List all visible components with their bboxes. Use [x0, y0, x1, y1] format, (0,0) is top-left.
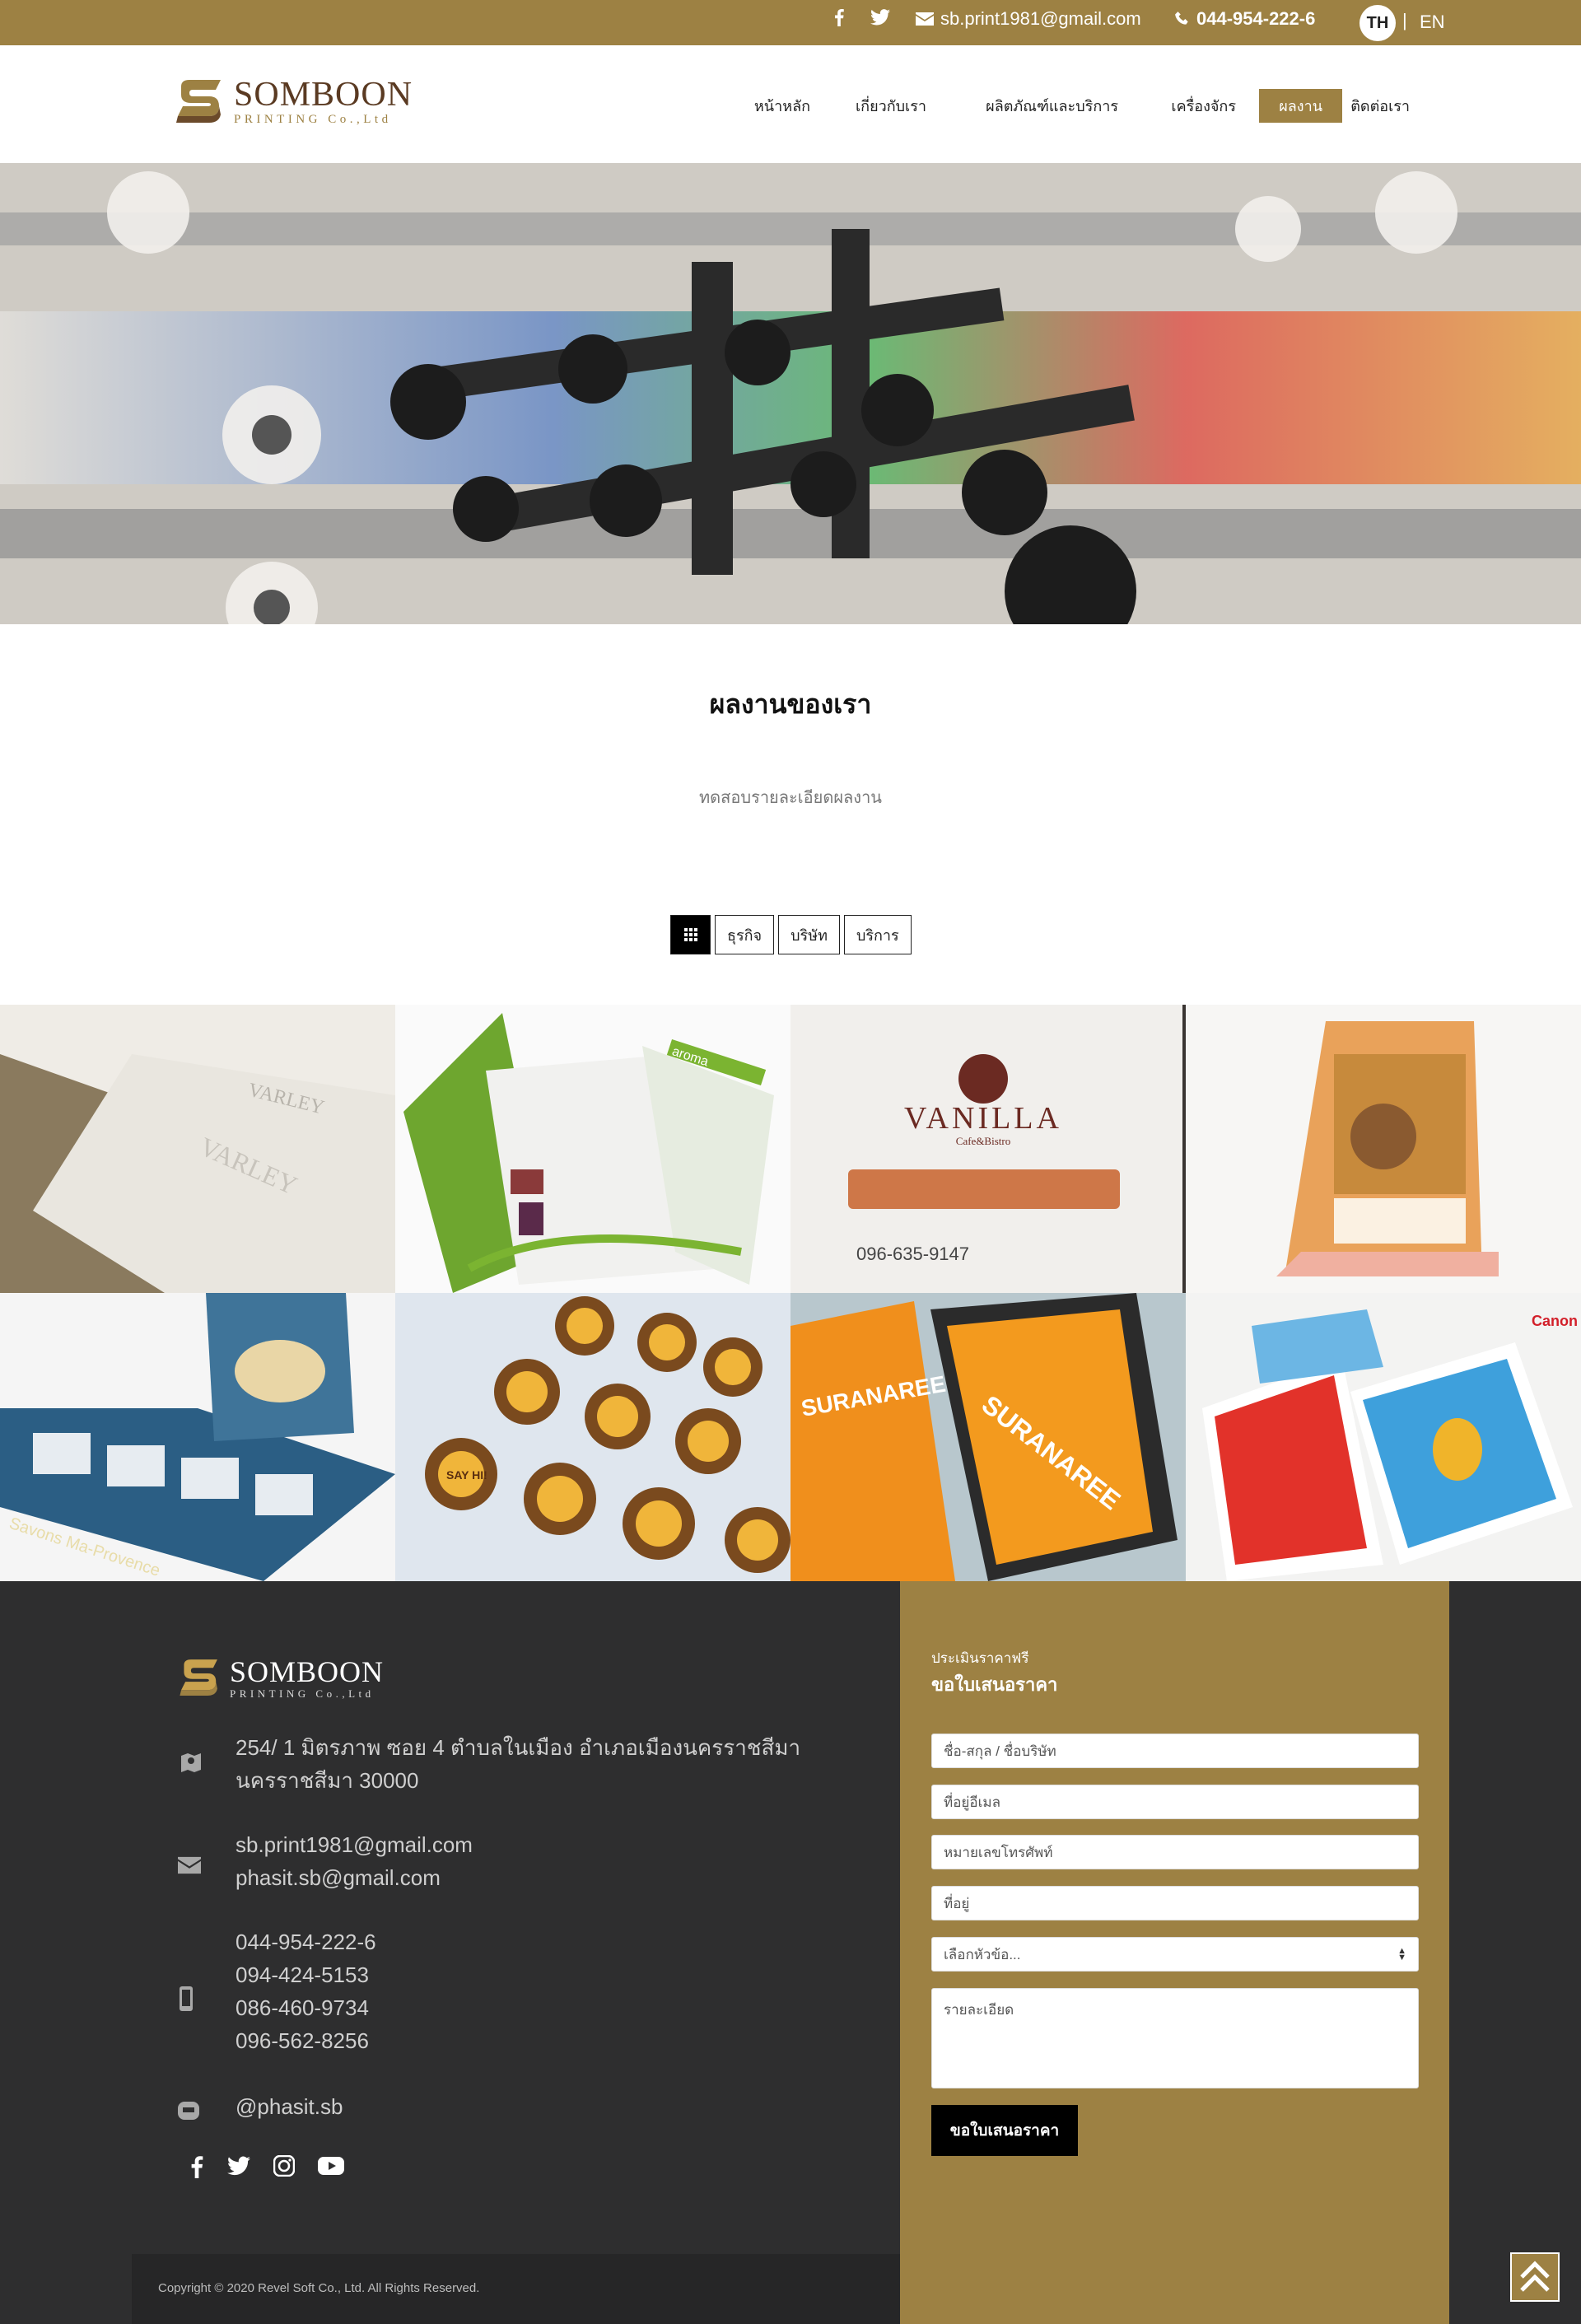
section-subtitle: ทดสอบรายละเอียดผลงาน: [699, 789, 882, 807]
nav-item-about[interactable]: เกี่ยวกับเรา: [846, 89, 936, 123]
email-input[interactable]: ที่อยู่อีเมล: [931, 1785, 1419, 1819]
nav-item-portfolio[interactable]: ผลงาน: [1259, 89, 1342, 123]
filter-business-button[interactable]: ธุรกิจ: [715, 915, 775, 954]
topic-select-value: เลือกหัวข้อ...: [944, 1946, 1021, 1962]
portfolio-grid: VARLEY VARLEY aroma VANILLA Cafe&Bistro …: [0, 1005, 1581, 1581]
topbar-email-text: sb.print1981@gmail.com: [940, 8, 1141, 29]
tile-vanilla-text: VANILLA: [904, 1101, 1062, 1136]
mobile-phone-icon: [178, 1986, 204, 2013]
footer-line-id[interactable]: @phasit.sb: [236, 2090, 343, 2123]
facebook-icon[interactable]: [189, 2155, 204, 2178]
footer-social-links: [189, 2155, 344, 2178]
footer-logo[interactable]: SOMBOON PRINTING Co.,Ltd: [177, 1655, 384, 1700]
footer-address: 254/ 1 มิตรภาพ ซอย 4 ตำบลในเมือง อำเภอเม…: [236, 1731, 800, 1797]
select-arrows-icon: ▲ ▼: [1397, 1946, 1406, 1962]
tile-sayhi-text: SAY HI!: [446, 1468, 487, 1482]
business-cards-image: VARLEY VARLEY: [0, 1005, 395, 1293]
portfolio-tile-folder[interactable]: SURANAREE SURANAREE: [790, 1293, 1186, 1581]
facebook-link[interactable]: [832, 8, 846, 26]
footer-phone-2[interactable]: 094-424-5153: [236, 1958, 376, 1991]
footer-email-1[interactable]: sb.print1981@gmail.com: [236, 1828, 473, 1861]
filter-all-button[interactable]: [670, 915, 711, 954]
footer-phone-1[interactable]: 044-954-222-6: [236, 1925, 376, 1958]
footer-logo-tagline: PRINTING Co.,Ltd: [230, 1687, 375, 1700]
nav-item-home[interactable]: หน้าหลัก: [744, 89, 820, 123]
twitter-icon[interactable]: [227, 2155, 250, 2177]
aroma-brochure-image: aroma: [395, 1005, 790, 1293]
logo-name: SOMBOON: [234, 75, 413, 114]
twitter-icon: [870, 9, 890, 26]
topic-select[interactable]: เลือกหัวข้อ... ▲ ▼: [931, 1937, 1419, 1972]
footer-phone-3[interactable]: 086-460-9734: [236, 1991, 376, 2024]
filter-service-button[interactable]: บริการ: [843, 915, 912, 954]
svg-text:096-635-9147: 096-635-9147: [856, 1244, 969, 1264]
address-input[interactable]: ที่อยู่: [931, 1886, 1419, 1920]
svg-text:Cafe&Bistro: Cafe&Bistro: [956, 1135, 1010, 1147]
sticker-labels-image: SAY HI!: [395, 1293, 790, 1581]
photo-prints-image: Canon: [1186, 1293, 1581, 1581]
line-chat-icon: [178, 2100, 204, 2126]
logo-tagline: PRINTING Co.,Ltd: [234, 112, 392, 126]
facebook-icon: [834, 8, 844, 26]
suranaree-folder-image: SURANAREE SURANAREE: [790, 1293, 1186, 1581]
portfolio-tile-photo-prints[interactable]: Canon: [1186, 1293, 1581, 1581]
grid-icon: [683, 928, 697, 941]
vanilla-menu-image: VANILLA Cafe&Bistro 096-635-9147: [790, 1005, 1186, 1293]
youtube-icon[interactable]: [318, 2155, 344, 2177]
quote-label-big: ขอใบเสนอราคา: [931, 1674, 1058, 1695]
footer-address-line-1: 254/ 1 มิตรภาพ ซอย 4 ตำบลในเมือง อำเภอเม…: [236, 1735, 801, 1760]
topbar-phone[interactable]: 044-954-222-6: [1175, 8, 1315, 30]
portfolio-tile-business-cards[interactable]: VARLEY VARLEY: [0, 1005, 395, 1293]
portfolio-tile-stickers[interactable]: SAY HI!: [395, 1293, 790, 1581]
quote-label-small: ประเมินราคาฟรี: [931, 1650, 1029, 1666]
footer-logo-name: SOMBOON: [230, 1654, 385, 1688]
hero-printing-machine-image: [0, 163, 1581, 624]
nav-item-machines[interactable]: เครื่องจักร: [1161, 89, 1246, 123]
name-input[interactable]: ชื่อ-สกุล / ชื่อบริษัท: [931, 1734, 1419, 1768]
twitter-link[interactable]: [870, 8, 890, 26]
footer-email-2[interactable]: phasit.sb@gmail.com: [236, 1861, 473, 1894]
site-logo[interactable]: SOMBOON PRINTING Co.,Ltd: [173, 75, 413, 128]
topbar-phone-text: 044-954-222-6: [1196, 8, 1316, 29]
footer-address-line-2: นครราชสีมา 30000: [236, 1768, 419, 1793]
envelope-icon: [916, 12, 934, 26]
instagram-icon[interactable]: [273, 2155, 295, 2177]
nav-item-products[interactable]: ผลิตภัณฑ์และบริการ: [976, 89, 1128, 123]
portfolio-filters: ธุรกิจ บริษัท บริการ: [670, 915, 912, 954]
section-title: ผลงานของเรา: [709, 689, 872, 719]
quote-submit-button[interactable]: ขอใบเสนอราคา: [931, 2105, 1078, 2156]
lang-separator: |: [1402, 10, 1407, 30]
phone-icon: [1175, 12, 1188, 25]
portfolio-tile-brochure[interactable]: aroma: [395, 1005, 790, 1293]
copyright-text: Copyright © 2020 Revel Soft Co., Ltd. Al…: [158, 2281, 480, 2295]
lang-en-button[interactable]: EN: [1420, 12, 1445, 33]
tile-canon-text: Canon: [1532, 1313, 1578, 1329]
quote-request-form: ประเมินราคาฟรี ขอใบเสนอราคา ชื่อ-สกุล / …: [900, 1581, 1449, 2324]
footer-phones: 044-954-222-6 094-424-5153 086-460-9734 …: [236, 1925, 376, 2057]
nav-item-contact[interactable]: ติดต่อเรา: [1341, 89, 1420, 123]
double-chevron-up-icon: [1520, 2261, 1550, 2292]
topbar-email[interactable]: sb.print1981@gmail.com: [916, 8, 1141, 30]
logo-mark-icon: [176, 80, 221, 123]
portfolio-tile-vanilla-menu[interactable]: VANILLA Cafe&Bistro 096-635-9147: [790, 1005, 1186, 1293]
back-to-top-button[interactable]: [1510, 2252, 1560, 2302]
lang-th-button[interactable]: TH: [1359, 5, 1396, 41]
portfolio-tile-soap-box[interactable]: Savons Ma-Provence: [0, 1293, 395, 1581]
footer-emails: sb.print1981@gmail.com phasit.sb@gmail.c…: [236, 1828, 473, 1894]
map-icon: [178, 1749, 204, 1776]
footer-phone-4[interactable]: 096-562-8256: [236, 2024, 376, 2057]
portfolio-tile-desk-calendar[interactable]: [1186, 1005, 1581, 1293]
hero-banner: [0, 163, 1581, 624]
soap-box-image: Savons Ma-Provence: [0, 1293, 395, 1581]
detail-textarea[interactable]: รายละเอียด: [931, 1988, 1419, 2088]
desk-calendar-image: [1186, 1005, 1581, 1293]
footer-logo-mark-icon: [180, 1659, 217, 1696]
top-bar: sb.print1981@gmail.com 044-954-222-6 TH …: [0, 0, 1581, 45]
phone-input[interactable]: หมายเลขโทรศัพท์: [931, 1835, 1419, 1869]
filter-company-button[interactable]: บริษัท: [778, 915, 840, 954]
envelope-icon: [178, 1856, 204, 1883]
